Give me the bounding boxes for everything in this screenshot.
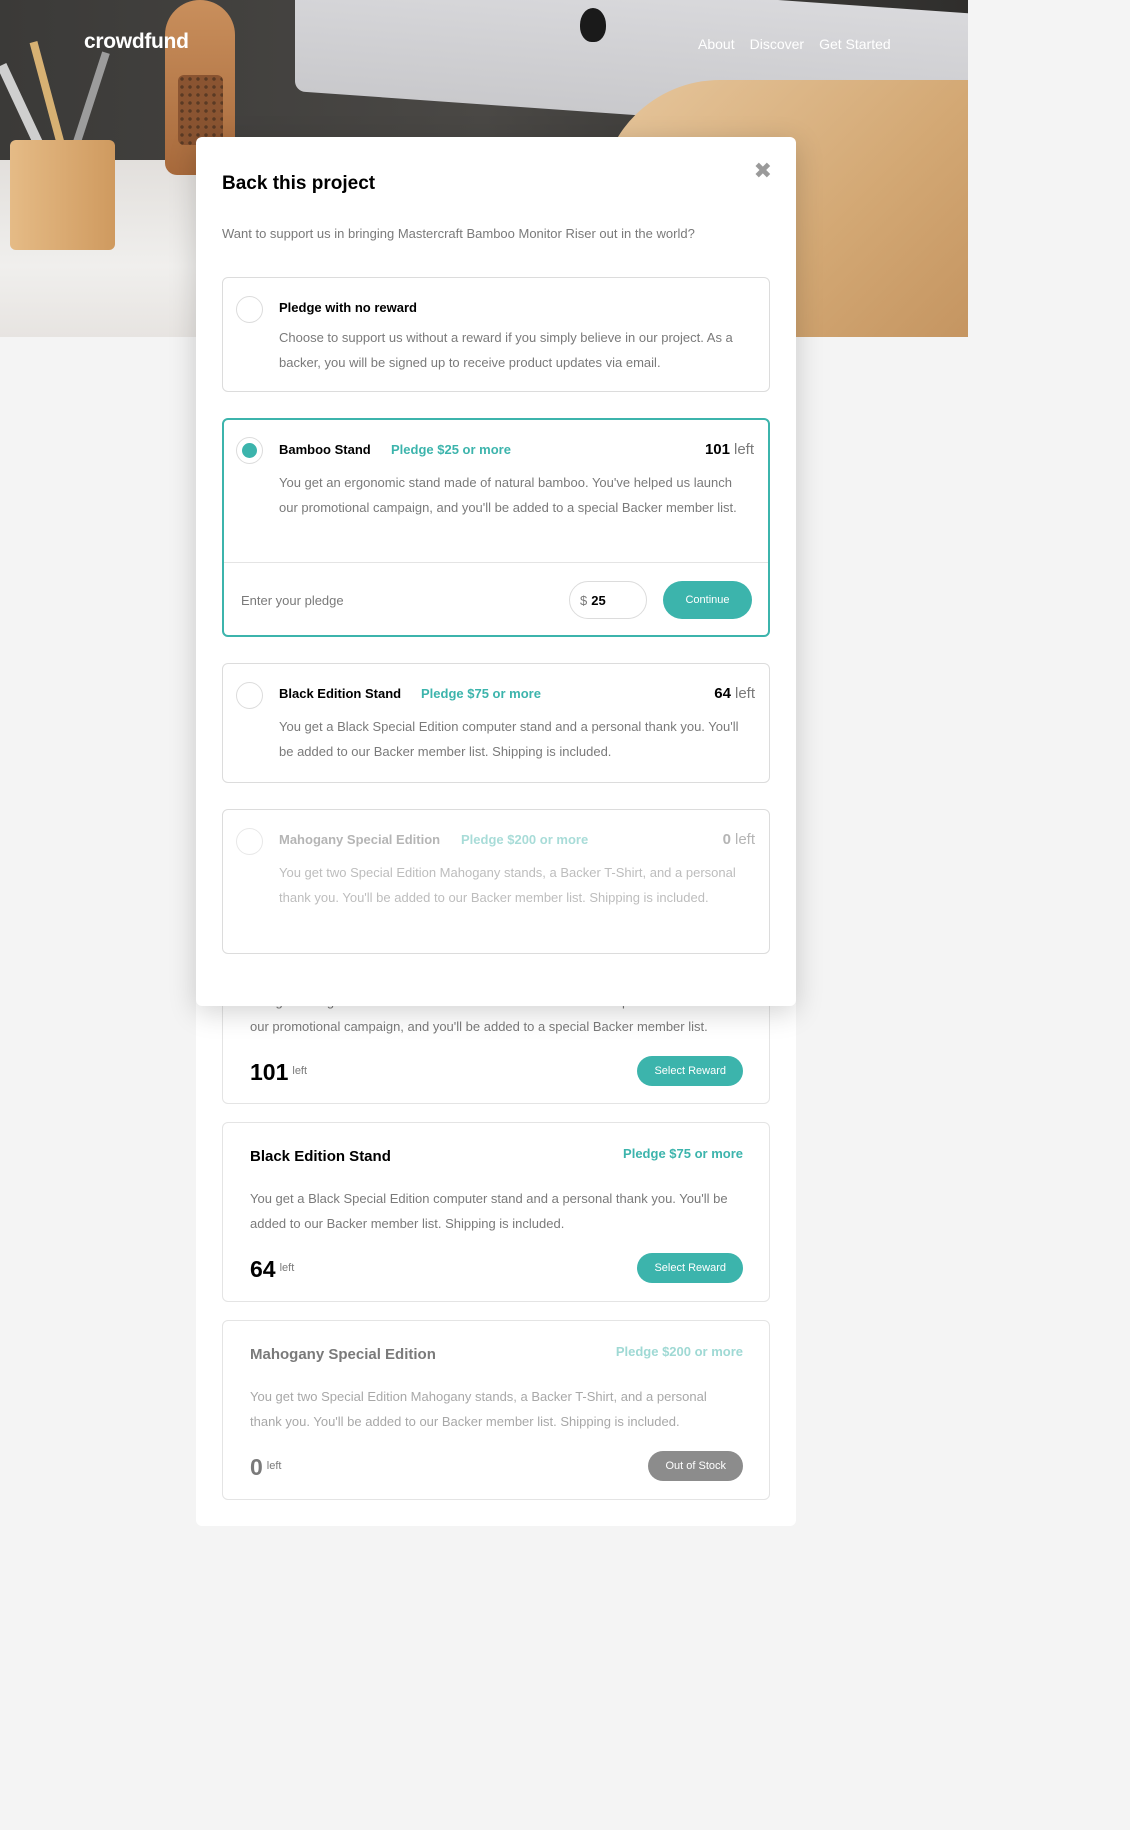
hero-speaker-grill (178, 75, 223, 145)
pledge-amount-value[interactable]: 25 (591, 593, 605, 608)
close-icon[interactable]: ✖ (754, 159, 772, 184)
option-title: Mahogany Special Edition (279, 832, 441, 847)
option-pledge: Pledge $25 or more (391, 442, 511, 457)
reward-desc: You get a Black Special Edition computer… (250, 1191, 728, 1231)
reward-count: 64 left (250, 1256, 295, 1282)
option-title: Pledge with no reward (279, 300, 417, 315)
reward-count: 0 left (250, 1454, 282, 1480)
reward-count: 101 left (250, 1059, 308, 1085)
radio-button-selected[interactable] (236, 437, 263, 464)
reward-pledge: Pledge $75 or more (623, 1146, 743, 1161)
option-count: 64 left (714, 685, 755, 702)
option-title: Black Edition Stand (279, 686, 402, 701)
reward-title: Black Edition Stand (250, 1148, 391, 1165)
currency-symbol: $ (580, 592, 588, 608)
modal-title: Back this project (222, 173, 376, 194)
reward-card-black-edition: Black Edition Stand Pledge $75 or more Y… (222, 1122, 770, 1302)
pledge-option-bamboo[interactable]: Bamboo Stand Pledge $25 or more 101 left … (222, 418, 770, 637)
option-desc: You get a Black Special Edition computer… (279, 719, 739, 759)
select-reward-button[interactable]: Select Reward (637, 1253, 743, 1283)
reward-pledge: Pledge $200 or more (615, 1344, 743, 1359)
select-reward-button[interactable]: Select Reward (637, 1056, 743, 1086)
option-count: 101 left (704, 441, 754, 458)
option-desc: You get two Special Edition Mahogany sta… (279, 865, 736, 905)
radio-button[interactable] (236, 682, 263, 709)
back-project-modal: Back this project ✖ Want to support us i… (196, 137, 796, 1006)
reward-title: Mahogany Special Edition (250, 1346, 436, 1363)
continue-button[interactable]: Continue (663, 581, 752, 619)
option-count: 0 left (722, 831, 755, 848)
radio-dot-icon (242, 443, 257, 458)
brand-logo[interactable]: crowdfund (84, 30, 189, 54)
option-desc: You get an ergonomic stand made of natur… (279, 475, 737, 515)
reward-desc: You get two Special Edition Mahogany sta… (250, 1389, 707, 1429)
apple-logo-icon (580, 8, 606, 42)
radio-button[interactable] (236, 296, 263, 323)
option-desc: Choose to support us without a reward if… (279, 330, 733, 370)
nav-get-started[interactable]: Get Started (819, 36, 891, 52)
option-title: Bamboo Stand (279, 442, 371, 457)
nav-about[interactable]: About (698, 36, 735, 52)
hero-pen-cup (10, 140, 115, 250)
enter-pledge-label: Enter your pledge (241, 593, 344, 608)
out-of-stock-button: Out of Stock (648, 1451, 743, 1481)
pledge-option-no-reward[interactable]: Pledge with no reward Choose to support … (222, 277, 770, 392)
main-nav: About Discover Get Started (698, 36, 891, 52)
modal-intro: Want to support us in bringing Mastercra… (222, 226, 695, 241)
reward-desc: our promotional campaign, and you'll be … (250, 1019, 708, 1034)
nav-discover[interactable]: Discover (750, 36, 804, 52)
option-pledge: Pledge $200 or more (461, 832, 589, 847)
radio-button-disabled (236, 828, 263, 855)
pledge-option-mahogany: Mahogany Special Edition Pledge $200 or … (222, 809, 770, 954)
pledge-option-black-edition[interactable]: Black Edition Stand Pledge $75 or more 6… (222, 663, 770, 783)
pledge-amount-input[interactable]: $ 25 (569, 581, 647, 619)
divider (224, 562, 768, 563)
reward-card-mahogany: Mahogany Special Edition Pledge $200 or … (222, 1320, 770, 1500)
option-pledge: Pledge $75 or more (421, 686, 541, 701)
